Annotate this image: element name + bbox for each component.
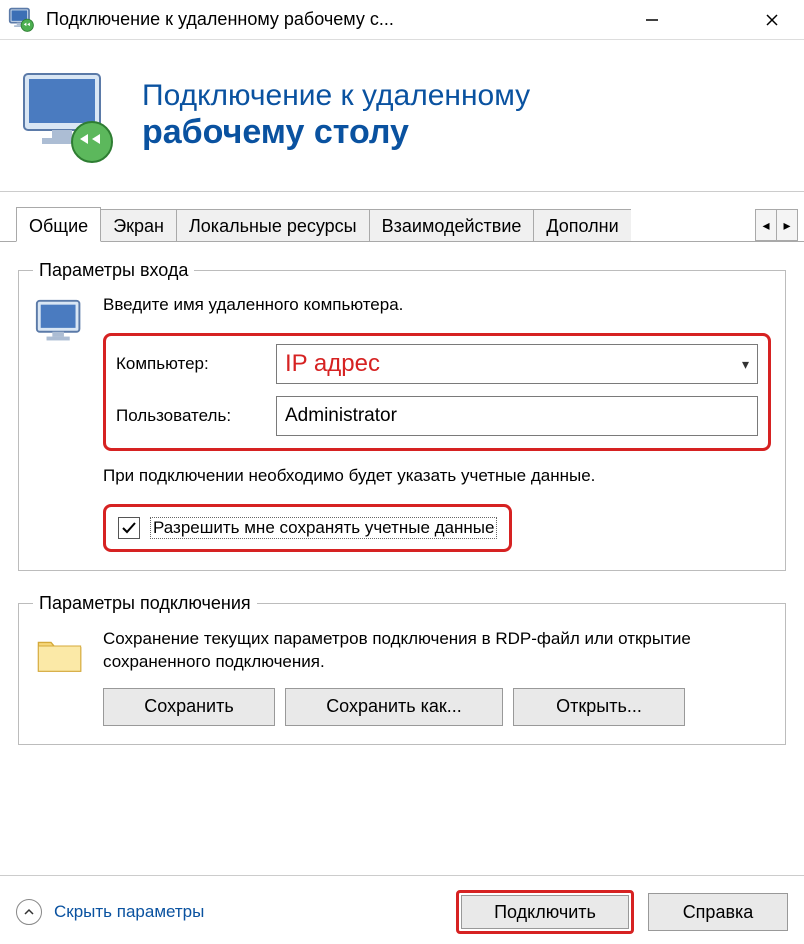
computer-value: IP адрес (285, 350, 380, 378)
user-field[interactable]: Administrator (276, 396, 758, 436)
user-label: Пользователь: (116, 406, 276, 426)
tab-advanced[interactable]: Дополни (533, 209, 630, 241)
tab-experience[interactable]: Взаимодействие (369, 209, 535, 241)
collapse-options-button[interactable] (16, 899, 42, 925)
window-title: Подключение к удаленному рабочему с... (46, 9, 622, 30)
app-icon (8, 6, 36, 34)
minimize-button[interactable] (622, 0, 682, 40)
connect-button[interactable]: Подключить (461, 895, 629, 929)
help-button[interactable]: Справка (648, 893, 788, 931)
folder-icon (33, 628, 103, 726)
login-instruction: Введите имя удаленного компьютера. (103, 295, 771, 315)
save-credentials-checkbox[interactable] (118, 517, 140, 539)
tab-general[interactable]: Общие (16, 207, 101, 242)
chevron-down-icon: ▾ (742, 356, 749, 373)
credentials-note: При подключении необходимо будет указать… (103, 465, 771, 488)
highlight-save-creds: Разрешить мне сохранять учетные данные (103, 504, 512, 552)
computer-icon (33, 295, 103, 552)
highlight-credentials: Компьютер: IP адрес ▾ Пользователь: Admi… (103, 333, 771, 451)
tab-scroll-right[interactable]: ▸ (776, 209, 798, 241)
connection-settings-group: Параметры подключения Сохранение текущих… (18, 593, 786, 745)
computer-combobox[interactable]: IP адрес ▾ (276, 344, 758, 384)
tab-scroll-left[interactable]: ◂ (755, 209, 777, 241)
login-settings-group: Параметры входа Введите имя удаленного к… (18, 260, 786, 571)
rdp-icon (18, 66, 118, 166)
login-settings-legend: Параметры входа (33, 260, 194, 281)
header-line2: рабочему столу (142, 113, 530, 152)
dialog-footer: Скрыть параметры Подключить Справка (0, 875, 804, 934)
tab-display[interactable]: Экран (100, 209, 177, 241)
computer-label: Компьютер: (116, 354, 276, 374)
open-button[interactable]: Открыть... (513, 688, 685, 726)
save-credentials-label: Разрешить мне сохранять учетные данные (150, 517, 497, 539)
close-button[interactable] (742, 0, 802, 40)
connection-settings-legend: Параметры подключения (33, 593, 257, 614)
hide-options-link[interactable]: Скрыть параметры (54, 902, 204, 922)
highlight-connect: Подключить (456, 890, 634, 934)
save-as-button[interactable]: Сохранить как... (285, 688, 503, 726)
titlebar: Подключение к удаленному рабочему с... (0, 0, 804, 40)
dialog-header: Подключение к удаленному рабочему столу (0, 40, 804, 192)
window-controls (622, 0, 802, 40)
save-button[interactable]: Сохранить (103, 688, 275, 726)
tabstrip: Общие Экран Локальные ресурсы Взаимодейс… (0, 192, 804, 242)
user-value: Administrator (285, 405, 397, 427)
header-line1: Подключение к удаленному (142, 79, 530, 113)
tab-local-resources[interactable]: Локальные ресурсы (176, 209, 370, 241)
connection-description: Сохранение текущих параметров подключени… (103, 628, 771, 674)
